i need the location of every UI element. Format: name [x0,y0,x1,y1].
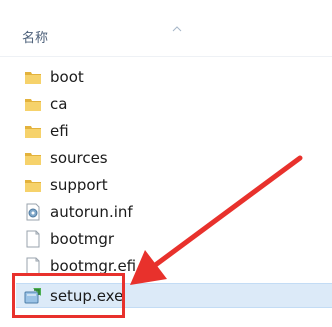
file-explorer-pane: 名称 boot ca efi sources support autorun.i… [0,0,332,327]
annotation-arrow-icon [130,155,303,285]
